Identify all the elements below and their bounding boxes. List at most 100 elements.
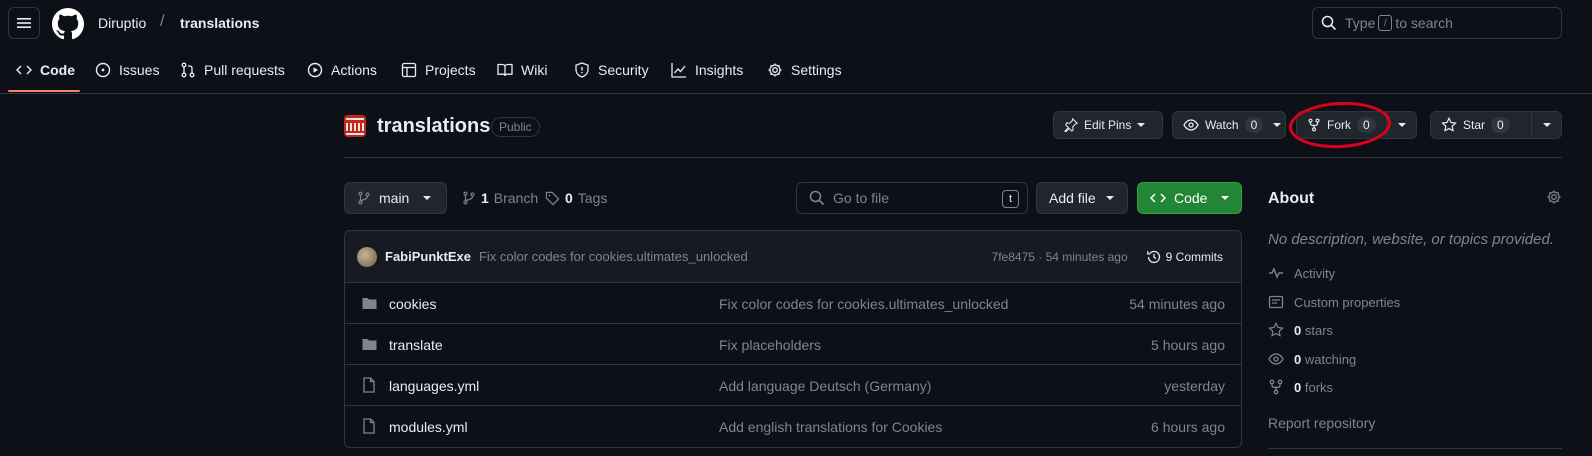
file-name[interactable]: modules.yml — [389, 419, 468, 435]
watch-button[interactable]: Watch 0 — [1172, 111, 1286, 139]
tab-settings[interactable]: Settings — [767, 47, 842, 93]
file-name[interactable]: cookies — [389, 296, 436, 312]
branch-name: main — [379, 190, 410, 206]
graph-icon — [671, 63, 686, 78]
folder-icon — [362, 339, 377, 350]
history-icon — [1146, 250, 1160, 264]
search-input[interactable]: Type / to search — [1312, 7, 1562, 39]
avatar[interactable] — [357, 246, 377, 267]
activity-link[interactable]: Activity — [1268, 265, 1335, 281]
watching-count: 0 — [1294, 351, 1302, 367]
tab-projects[interactable]: Projects — [401, 47, 476, 93]
add-file-label: Add file — [1049, 190, 1096, 206]
star-count: 0 — [1491, 117, 1510, 133]
code-dropdown-button[interactable]: Code — [1137, 182, 1242, 214]
stars-link[interactable]: 0 stars — [1268, 322, 1333, 338]
tab-settings-label: Settings — [791, 62, 842, 78]
tab-actions[interactable]: Actions — [307, 47, 377, 93]
tab-security-label: Security — [598, 62, 649, 78]
watching-link[interactable]: 0 watching — [1268, 351, 1356, 367]
pin-icon — [1064, 118, 1078, 132]
go-to-file-input[interactable]: Go to file t — [796, 182, 1028, 214]
go-to-file-placeholder: Go to file — [833, 190, 890, 206]
star-button[interactable]: Star 0 — [1430, 111, 1562, 139]
repo-title[interactable]: translations — [377, 115, 490, 138]
watch-caret-icon[interactable] — [1273, 123, 1282, 127]
tag-count: 0 — [565, 190, 573, 206]
hamburger-menu-button[interactable] — [8, 7, 40, 39]
about-settings-button[interactable] — [1546, 189, 1562, 205]
star-icon — [1268, 322, 1284, 337]
pull-request-icon — [181, 62, 195, 78]
fork-icon — [1269, 379, 1283, 395]
repo-avatar — [344, 115, 366, 137]
eye-icon — [1183, 119, 1199, 131]
table-row: modules.yml Add english translations for… — [345, 406, 1241, 447]
star-caret-icon — [1542, 123, 1551, 127]
search-prefix: Type — [1345, 15, 1376, 31]
file-commit-message[interactable]: Add english translations for Cookies — [719, 419, 942, 435]
custom-properties-label: Custom properties — [1294, 294, 1401, 310]
branch-selector[interactable]: main — [344, 182, 447, 214]
tab-actions-label: Actions — [331, 62, 377, 78]
header-divider — [344, 157, 1562, 158]
file-name[interactable]: translate — [389, 337, 443, 353]
tab-wiki[interactable]: Wiki — [497, 47, 547, 93]
stars-count: 0 — [1294, 322, 1302, 338]
commit-hash-time[interactable]: 7fe8475 · 54 minutes ago — [992, 250, 1128, 264]
file-icon — [363, 418, 375, 434]
code-icon — [16, 65, 32, 75]
search-icon — [809, 190, 825, 206]
go-to-file-shortcut: t — [1002, 190, 1019, 208]
report-repository-link[interactable]: Report repository — [1268, 415, 1375, 431]
branch-count-label: Branch — [493, 190, 539, 206]
edit-pins-label: Edit Pins — [1084, 118, 1132, 132]
edit-pins-button[interactable]: Edit Pins — [1053, 111, 1163, 139]
add-file-button[interactable]: Add file — [1036, 182, 1128, 214]
gear-icon — [768, 63, 782, 77]
tab-security[interactable]: Security — [574, 47, 649, 93]
play-icon — [307, 62, 323, 78]
branch-icon — [463, 191, 475, 205]
file-commit-message[interactable]: Fix placeholders — [719, 337, 821, 353]
github-logo-icon[interactable] — [52, 8, 84, 40]
breadcrumb-separator: / — [160, 13, 165, 30]
file-commit-message[interactable]: Add language Deutsch (Germany) — [719, 378, 931, 394]
table-row: cookies Fix color codes for cookies.ulti… — [345, 283, 1241, 324]
star-label: Star — [1463, 118, 1486, 132]
commit-message[interactable]: Fix color codes for cookies.ultimates_un… — [479, 249, 748, 264]
tab-insights[interactable]: Insights — [671, 47, 743, 93]
file-commit-time: yesterday — [1164, 378, 1225, 394]
forks-label: forks — [1304, 379, 1334, 395]
star-icon — [1441, 117, 1457, 132]
add-file-caret-icon — [1105, 196, 1114, 200]
note-icon — [1268, 295, 1284, 309]
top-header: Diruptio / translations Type / to search — [0, 0, 1592, 47]
file-commit-message[interactable]: Fix color codes for cookies.ultimates_un… — [719, 296, 1008, 312]
book-icon — [497, 63, 513, 77]
fork-caret-icon — [1397, 123, 1406, 127]
star-dropdown[interactable] — [1531, 112, 1561, 138]
tags-link[interactable]: 0 Tags — [545, 190, 607, 206]
visibility-badge: Public — [491, 117, 540, 137]
tab-issues[interactable]: Issues — [95, 47, 159, 93]
code-caret-icon — [1221, 196, 1230, 200]
breadcrumb-owner[interactable]: Diruptio — [98, 15, 146, 31]
tab-code[interactable]: Code — [16, 47, 75, 93]
custom-properties-link[interactable]: Custom properties — [1268, 294, 1400, 310]
commits-link[interactable]: 9 Commits — [1146, 249, 1223, 265]
about-title: About — [1268, 190, 1315, 207]
activity-label: Activity — [1294, 265, 1336, 281]
gear-icon — [1547, 190, 1561, 204]
breadcrumb-repo[interactable]: translations — [180, 15, 259, 31]
tab-pull-requests[interactable]: Pull requests — [180, 47, 285, 93]
file-commit-time: 54 minutes ago — [1129, 296, 1225, 312]
file-name[interactable]: languages.yml — [389, 378, 479, 394]
watching-label: watching — [1304, 351, 1357, 367]
code-button-label: Code — [1174, 190, 1208, 206]
forks-link[interactable]: 0 forks — [1268, 379, 1333, 395]
about-description: No description, website, or topics provi… — [1268, 231, 1554, 248]
branches-link[interactable]: 1 Branch — [462, 190, 538, 206]
folder-icon — [362, 298, 377, 309]
commit-author[interactable]: FabiPunktExe — [385, 249, 471, 264]
